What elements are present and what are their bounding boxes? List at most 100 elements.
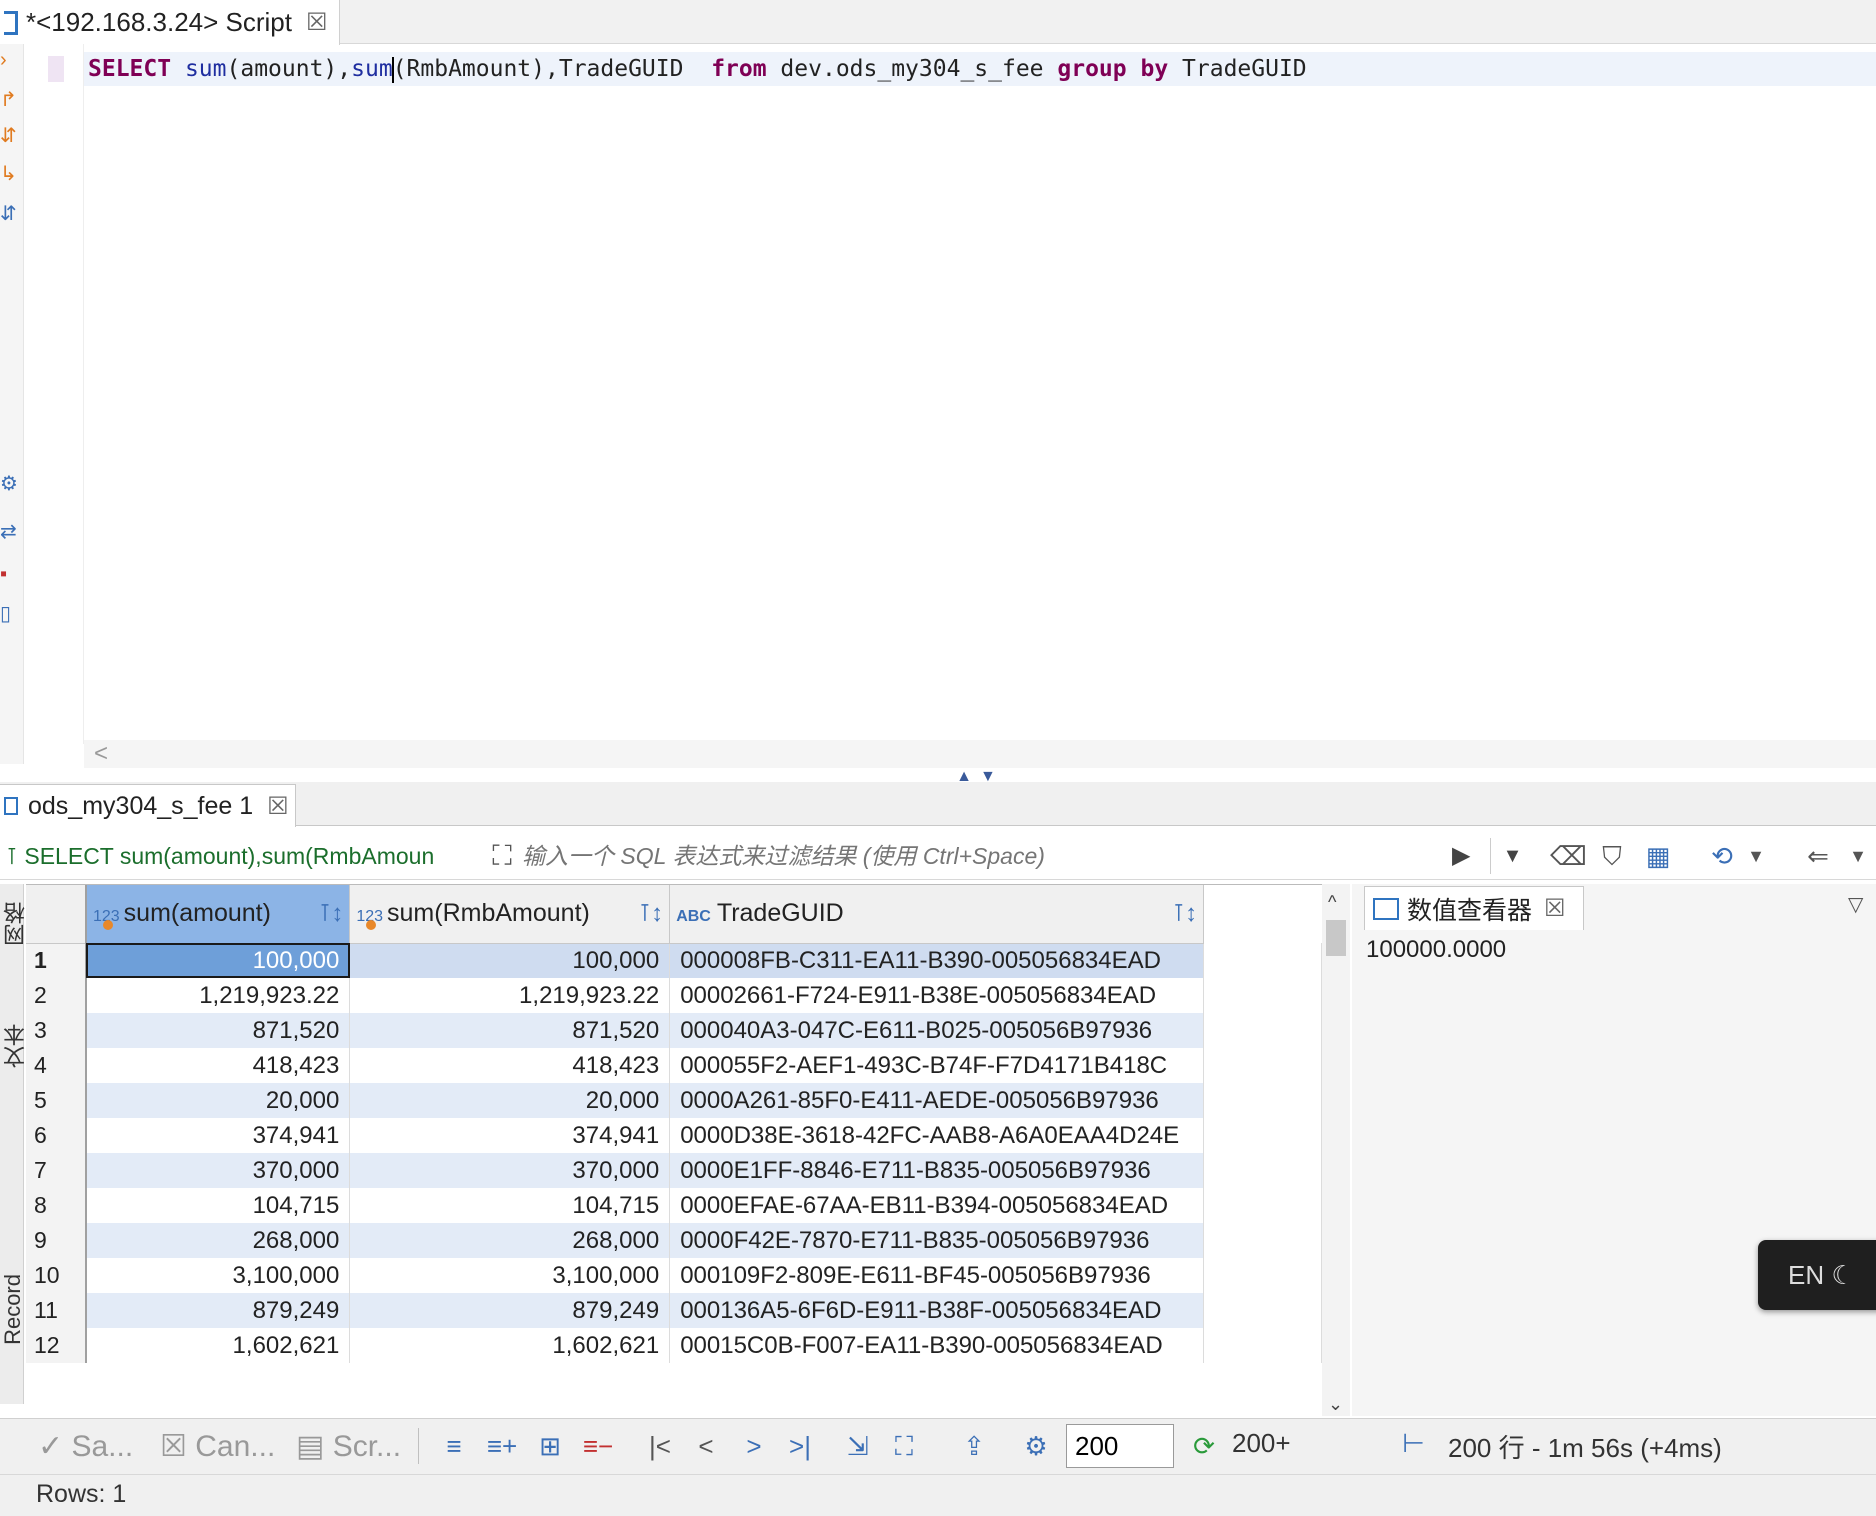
- grid-vertical-scrollbar[interactable]: ^ ⌄: [1322, 884, 1350, 1416]
- table-cell[interactable]: 0000EFAE-67AA-EB11-B394-005056834EAD: [669, 1188, 1205, 1223]
- save-button[interactable]: ✓ Sa...: [38, 1428, 133, 1466]
- table-row[interactable]: 10 3,100,000 3,100,000 000109F2-809E-E611-B…: [26, 1258, 1322, 1293]
- row-number[interactable]: 6: [26, 1118, 87, 1153]
- table-cell[interactable]: 104,715: [349, 1188, 671, 1223]
- row-number[interactable]: 1: [26, 943, 87, 978]
- editor-tab-script[interactable]: *<192.168.3.24> Script ☒: [0, 0, 340, 45]
- eraser-icon[interactable]: ⌫: [1550, 838, 1587, 874]
- column-header-tradeguid[interactable]: ABC TradeGUID ⊺↕: [669, 885, 1205, 944]
- export-upload-icon[interactable]: ⇪: [956, 1426, 992, 1466]
- sort-filter-icon[interactable]: ⊺↕: [1173, 899, 1198, 928]
- last-page-icon[interactable]: >|: [780, 1426, 820, 1466]
- cancel-button[interactable]: ☒ Can...: [160, 1428, 275, 1466]
- table-row[interactable]: 6 374,941 374,941 0000D38E-3618-42FC-AAB8-A…: [26, 1118, 1322, 1153]
- table-row[interactable]: 8 104,715 104,715 0000EFAE-67AA-EB11-B394-0…: [26, 1188, 1322, 1223]
- table-cell[interactable]: 00002661-F724-E911-B38E-005056834EAD: [669, 978, 1205, 1013]
- row-number[interactable]: 2: [26, 978, 87, 1013]
- table-cell[interactable]: 370,000: [85, 1153, 351, 1188]
- row-number[interactable]: 3: [26, 1013, 87, 1048]
- table-cell[interactable]: 3,100,000: [349, 1258, 671, 1293]
- table-cell[interactable]: 268,000: [85, 1223, 351, 1258]
- table-cell[interactable]: 1,602,621: [85, 1328, 351, 1363]
- chevron-down-icon[interactable]: ▼: [1744, 838, 1768, 874]
- apply-filter-icon[interactable]: ▶: [1452, 840, 1482, 872]
- filter-settings-icon[interactable]: ⛉: [1594, 838, 1630, 874]
- sort-filter-icon[interactable]: ⊺↕: [319, 899, 344, 928]
- close-icon[interactable]: ☒: [267, 792, 289, 821]
- results-grid[interactable]: 123 sum(amount) ⊺↕ 123 sum(RmbAmount) ⊺↕ ABC…: [26, 884, 1322, 1416]
- table-row[interactable]: 11 879,249 879,249 000136A5-6F6D-E911-B38F-…: [26, 1293, 1322, 1328]
- execute-icon[interactable]: ›: [0, 50, 16, 70]
- explain-plan-icon[interactable]: ↳: [0, 164, 17, 184]
- table-cell[interactable]: 20,000: [349, 1083, 671, 1118]
- table-cell[interactable]: 00015C0B-F007-EA11-B390-005056834EAD: [669, 1328, 1205, 1363]
- row-number[interactable]: 4: [26, 1048, 87, 1083]
- file-icon[interactable]: ▯: [0, 604, 16, 624]
- execute-new-tab-icon[interactable]: ⇵: [0, 126, 17, 146]
- table-cell[interactable]: 0000A261-85F0-E411-AEDE-005056B97936: [669, 1083, 1205, 1118]
- table-cell[interactable]: 0000D38E-3618-42FC-AAB8-A6A0EAA4D24E: [669, 1118, 1205, 1153]
- value-viewer-tab[interactable]: 数值查看器 ☒: [1364, 886, 1584, 930]
- table-cell[interactable]: 100,000: [349, 943, 671, 978]
- grid-view-tab[interactable]: 网格: [0, 902, 28, 946]
- fetch-size-input[interactable]: [1066, 1424, 1174, 1468]
- table-row[interactable]: 1 100,000 100,000 000008FB-C311-EA11-B390-0…: [26, 943, 1322, 978]
- lock-icon[interactable]: ▪: [0, 564, 16, 584]
- query-preview[interactable]: ⊺ SELECT sum(amount),sum(RmbAmoun: [6, 838, 474, 874]
- text-view-tab[interactable]: 文本: [0, 1024, 28, 1068]
- table-cell[interactable]: 871,520: [349, 1013, 671, 1048]
- row-number[interactable]: 7: [26, 1153, 87, 1188]
- table-cell[interactable]: 1,219,923.22: [85, 978, 351, 1013]
- sql-editor-line[interactable]: SELECT sum(amount),sum(RmbAmount),TradeG…: [88, 52, 1307, 86]
- editor-horizontal-scrollbar[interactable]: <: [84, 740, 1876, 768]
- table-cell[interactable]: 879,249: [85, 1293, 351, 1328]
- row-number[interactable]: 11: [26, 1293, 87, 1328]
- table-cell[interactable]: 418,423: [85, 1048, 351, 1083]
- pin-icon[interactable]: ⇲: [840, 1426, 876, 1466]
- ime-indicator[interactable]: EN ☾: [1758, 1240, 1876, 1310]
- edit-row-icon[interactable]: ≡: [434, 1426, 474, 1466]
- settings-gear-icon[interactable]: ⚙: [1016, 1426, 1056, 1466]
- table-cell[interactable]: 871,520: [85, 1013, 351, 1048]
- table-cell[interactable]: 100,000: [85, 943, 351, 978]
- table-cell[interactable]: 3,100,000: [85, 1258, 351, 1293]
- chevron-down-icon[interactable]: ▽: [1848, 892, 1863, 917]
- expand-icon[interactable]: ⛶: [484, 838, 520, 874]
- first-page-icon[interactable]: |<: [642, 1426, 678, 1466]
- scroll-up-icon[interactable]: ^: [1328, 892, 1336, 913]
- table-cell[interactable]: 104,715: [85, 1188, 351, 1223]
- table-cell[interactable]: 370,000: [349, 1153, 671, 1188]
- row-number[interactable]: 8: [26, 1188, 87, 1223]
- back-arrow-icon[interactable]: ⇐: [1800, 838, 1836, 874]
- fetch-more-button[interactable]: 200+: [1232, 1428, 1291, 1459]
- row-number[interactable]: 12: [26, 1328, 87, 1363]
- refresh-link-icon[interactable]: ⟲: [1704, 838, 1740, 874]
- close-icon[interactable]: ☒: [306, 8, 328, 37]
- table-row[interactable]: 7 370,000 370,000 0000E1FF-8846-E711-B835-0…: [26, 1153, 1322, 1188]
- script-button[interactable]: ▤ Scr...: [296, 1428, 401, 1466]
- column-header-sum-amount[interactable]: 123 sum(amount) ⊺↕: [85, 885, 351, 944]
- results-tab[interactable]: ods_my304_s_fee 1 ☒: [0, 784, 296, 827]
- table-cell[interactable]: 000008FB-C311-EA11-B390-005056834EAD: [669, 943, 1205, 978]
- filter-history-dropdown-icon[interactable]: ▼: [1490, 838, 1534, 874]
- sort-filter-icon[interactable]: ⊺↕: [639, 899, 664, 928]
- table-cell[interactable]: 268,000: [349, 1223, 671, 1258]
- table-cell[interactable]: 374,941: [349, 1118, 671, 1153]
- settings-gear-icon[interactable]: ⚙: [0, 474, 18, 494]
- table-cell[interactable]: 20,000: [85, 1083, 351, 1118]
- delete-row-icon[interactable]: ≡−: [578, 1426, 618, 1466]
- add-row-icon[interactable]: ≡+: [482, 1426, 522, 1466]
- table-cell[interactable]: 418,423: [349, 1048, 671, 1083]
- table-cell[interactable]: 0000F42E-7870-E711-B835-005056B97936: [669, 1223, 1205, 1258]
- value-viewer-content[interactable]: 100000.0000: [1366, 936, 1506, 964]
- table-cell[interactable]: 1,219,923.22: [349, 978, 671, 1013]
- refresh-icon[interactable]: ⟳: [1184, 1426, 1224, 1466]
- copy-row-icon[interactable]: ⊞: [530, 1426, 570, 1466]
- row-number[interactable]: 5: [26, 1083, 87, 1118]
- column-header-sum-rmbamount[interactable]: 123 sum(RmbAmount) ⊺↕: [349, 885, 671, 944]
- filter-expression-input[interactable]: [522, 838, 1532, 874]
- table-cell[interactable]: 879,249: [349, 1293, 671, 1328]
- table-cell[interactable]: 374,941: [85, 1118, 351, 1153]
- export-icon[interactable]: ⇄: [0, 522, 17, 542]
- statistics-icon[interactable]: ⊢: [1402, 1428, 1425, 1459]
